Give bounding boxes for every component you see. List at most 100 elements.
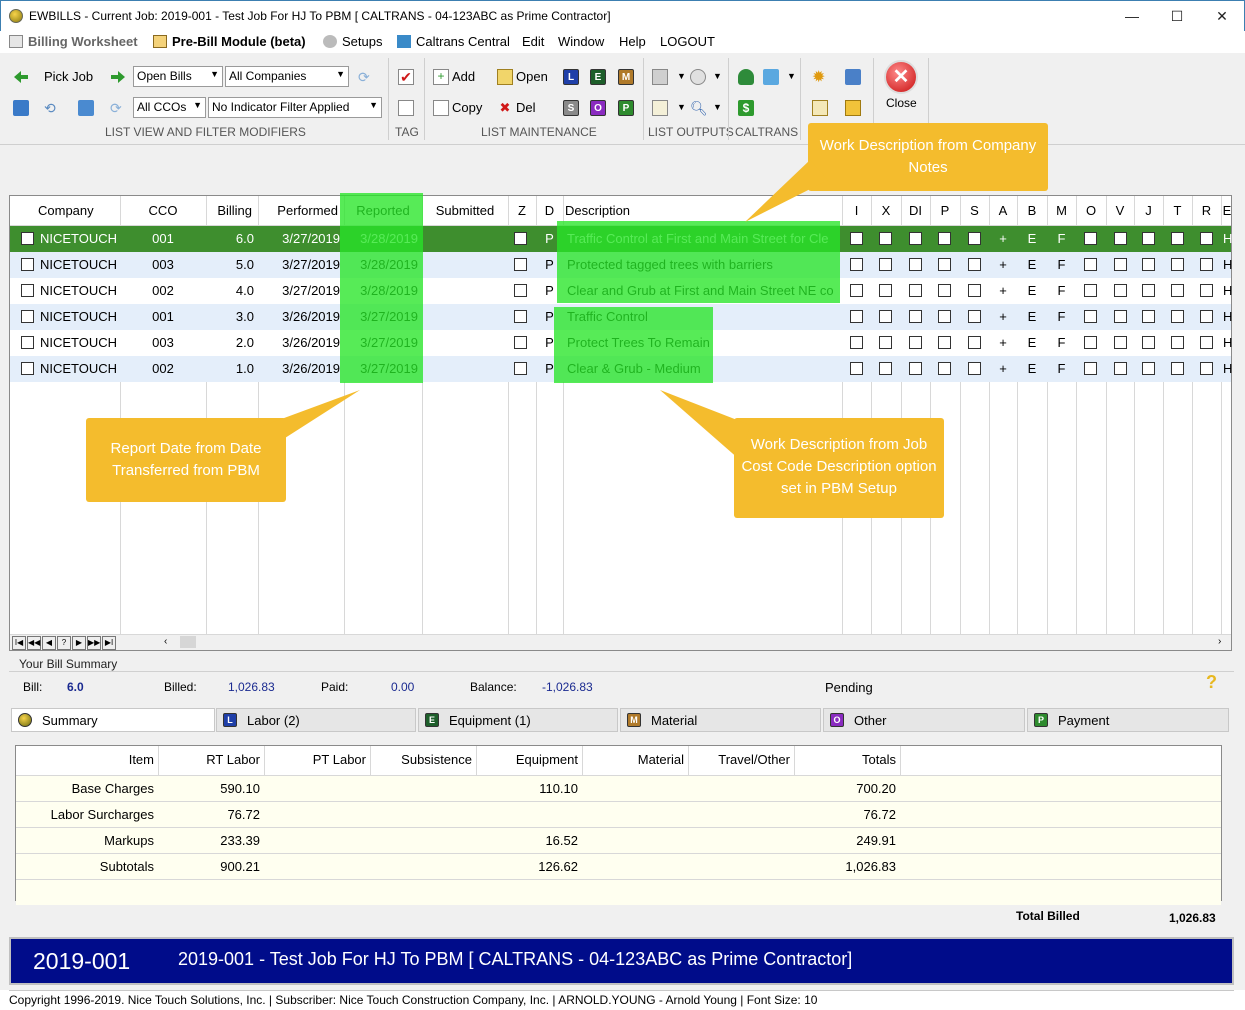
indicator-checkbox[interactable] xyxy=(1171,284,1184,297)
payment-P-icon[interactable]: P xyxy=(618,100,634,116)
clipboard-icon[interactable] xyxy=(812,100,828,116)
chart-icon[interactable] xyxy=(652,100,668,116)
indicator-checkbox[interactable] xyxy=(1142,336,1155,349)
other-O-icon[interactable]: O xyxy=(590,100,606,116)
indicator-checkbox[interactable] xyxy=(909,232,922,245)
indicator-checkbox[interactable] xyxy=(850,284,863,297)
indicator-checkbox[interactable] xyxy=(850,232,863,245)
indicator-checkbox[interactable] xyxy=(1114,336,1127,349)
close-icon[interactable]: ✕ xyxy=(884,60,918,94)
indicator-checkbox[interactable] xyxy=(1114,232,1127,245)
pick-job-button[interactable]: Pick Job xyxy=(44,69,93,84)
chevron-down-icon[interactable]: ▼ xyxy=(787,71,796,81)
menu-window[interactable]: Window xyxy=(558,34,604,49)
chevron-down-icon[interactable]: ▼ xyxy=(677,102,686,112)
chevron-down-icon[interactable]: ▼ xyxy=(677,71,686,81)
scroll-left-icon[interactable]: ‹ xyxy=(164,636,167,647)
row-tag-checkbox[interactable] xyxy=(21,362,34,375)
menu-help[interactable]: Help xyxy=(619,34,646,49)
indicator-checkbox[interactable] xyxy=(909,336,922,349)
refresh-icon[interactable]: ⟳ xyxy=(358,69,374,85)
indicator-filter-select[interactable]: No Indicator Filter Applied ▼ xyxy=(208,97,382,118)
subsistence-S-icon[interactable]: S xyxy=(563,100,579,116)
back-arrow-icon[interactable] xyxy=(13,69,29,85)
column-header[interactable]: O xyxy=(1076,196,1106,226)
maximize-button[interactable]: ☐ xyxy=(1154,1,1200,31)
indicator-checkbox[interactable] xyxy=(879,232,892,245)
indicator-checkbox[interactable] xyxy=(1142,362,1155,375)
menu-pre-bill-module[interactable]: Pre-Bill Module (beta) xyxy=(153,34,306,49)
reload-icon[interactable]: ⟳ xyxy=(110,100,126,116)
column-header[interactable]: Z xyxy=(508,196,536,226)
indicator-checkbox[interactable] xyxy=(909,310,922,323)
indicator-checkbox[interactable] xyxy=(1200,336,1213,349)
indicator-checkbox[interactable] xyxy=(850,336,863,349)
indicator-checkbox[interactable] xyxy=(1171,336,1184,349)
indicator-checkbox[interactable] xyxy=(1200,362,1213,375)
record-nav-button[interactable]: ▶I xyxy=(102,636,116,650)
z-checkbox[interactable] xyxy=(514,362,527,375)
menu-logout[interactable]: LOGOUT xyxy=(660,34,715,49)
column-header[interactable]: Billing xyxy=(206,196,258,226)
menu-edit[interactable]: Edit xyxy=(522,34,544,49)
sync-icon[interactable]: ⟲ xyxy=(44,100,60,116)
tab-material[interactable]: M Material xyxy=(620,708,821,732)
caltrans-pin-icon[interactable] xyxy=(738,69,754,85)
indicator-checkbox[interactable] xyxy=(1114,362,1127,375)
indicator-checkbox[interactable] xyxy=(938,362,951,375)
indicator-checkbox[interactable] xyxy=(1114,284,1127,297)
tab-other[interactable]: O Other xyxy=(823,708,1025,732)
untag-all-checkbox[interactable] xyxy=(398,100,414,116)
indicator-checkbox[interactable] xyxy=(1200,310,1213,323)
indicator-checkbox[interactable] xyxy=(968,258,981,271)
indicator-checkbox[interactable] xyxy=(1084,362,1097,375)
grid-scrollbar[interactable]: ‹ › xyxy=(10,634,1231,650)
indicator-checkbox[interactable] xyxy=(1171,310,1184,323)
scroll-thumb[interactable] xyxy=(180,636,196,648)
indicator-checkbox[interactable] xyxy=(1200,284,1213,297)
column-header[interactable]: Company xyxy=(10,196,120,226)
column-header[interactable]: S xyxy=(960,196,989,226)
settings-sun-icon[interactable]: ✹ xyxy=(812,67,828,86)
record-nav-button[interactable]: ▶ xyxy=(72,636,86,650)
column-header[interactable]: Performed xyxy=(258,196,344,226)
row-tag-checkbox[interactable] xyxy=(21,284,34,297)
indicator-checkbox[interactable] xyxy=(909,284,922,297)
indicator-checkbox[interactable] xyxy=(968,336,981,349)
grid-view-icon[interactable] xyxy=(78,100,94,116)
indicator-checkbox[interactable] xyxy=(1114,258,1127,271)
column-header[interactable]: E xyxy=(1221,196,1233,226)
indicator-checkbox[interactable] xyxy=(938,258,951,271)
dollar-icon[interactable]: $ xyxy=(738,100,754,116)
column-header[interactable]: B xyxy=(1017,196,1047,226)
menu-caltrans-central[interactable]: Caltrans Central xyxy=(397,34,510,49)
column-header[interactable]: T xyxy=(1163,196,1192,226)
record-nav-button[interactable]: ? xyxy=(57,636,71,650)
column-header[interactable]: X xyxy=(871,196,901,226)
chevron-down-icon[interactable]: ▼ xyxy=(713,102,722,112)
indicator-checkbox[interactable] xyxy=(968,310,981,323)
tab-equipment[interactable]: E Equipment (1) xyxy=(418,708,618,732)
column-header[interactable]: P xyxy=(930,196,960,226)
record-nav-button[interactable]: ◀◀ xyxy=(27,636,41,650)
row-tag-checkbox[interactable] xyxy=(21,336,34,349)
labor-L-icon[interactable]: L xyxy=(563,69,579,85)
tab-payment[interactable]: P Payment xyxy=(1027,708,1229,732)
indicator-checkbox[interactable] xyxy=(938,336,951,349)
close-window-button[interactable]: ✕ xyxy=(1199,1,1245,31)
indicator-checkbox[interactable] xyxy=(1200,258,1213,271)
row-tag-checkbox[interactable] xyxy=(21,258,34,271)
indicator-checkbox[interactable] xyxy=(1084,258,1097,271)
scroll-right-icon[interactable]: › xyxy=(1218,636,1221,647)
indicator-checkbox[interactable] xyxy=(850,362,863,375)
indicator-checkbox[interactable] xyxy=(1142,232,1155,245)
indicator-checkbox[interactable] xyxy=(938,310,951,323)
indicator-checkbox[interactable] xyxy=(1171,362,1184,375)
cco-filter-select[interactable]: All CCOs ▼ xyxy=(133,97,206,118)
column-header[interactable]: DI xyxy=(901,196,930,226)
column-header[interactable]: V xyxy=(1106,196,1134,226)
indicator-checkbox[interactable] xyxy=(968,284,981,297)
indicator-checkbox[interactable] xyxy=(879,284,892,297)
company-filter-select[interactable]: All Companies ▼ xyxy=(225,66,349,87)
indicator-checkbox[interactable] xyxy=(879,310,892,323)
